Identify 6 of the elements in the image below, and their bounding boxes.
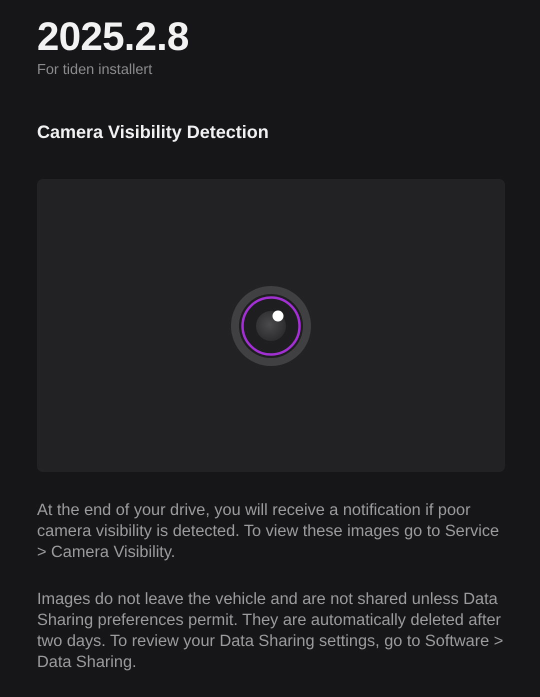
info-paragraph: At the end of your drive, you will receive a notification if poor camera visibility is detected. To view these images go to Service > Camera Visibility. [37,500,500,563]
info-paragraph: Images do not leave the vehicle and are not shared unless Data Sharing preferences permit. They are automatically deleted after two days. To review your Data Sharing settings, go to Software > Data Sharing. [37,589,504,673]
install-status: For tiden installert [37,62,154,78]
section-title: Camera Visibility Detection [37,122,270,143]
camera-lens-icon [230,284,312,366]
version-number: 2025.2.8 [37,14,190,60]
